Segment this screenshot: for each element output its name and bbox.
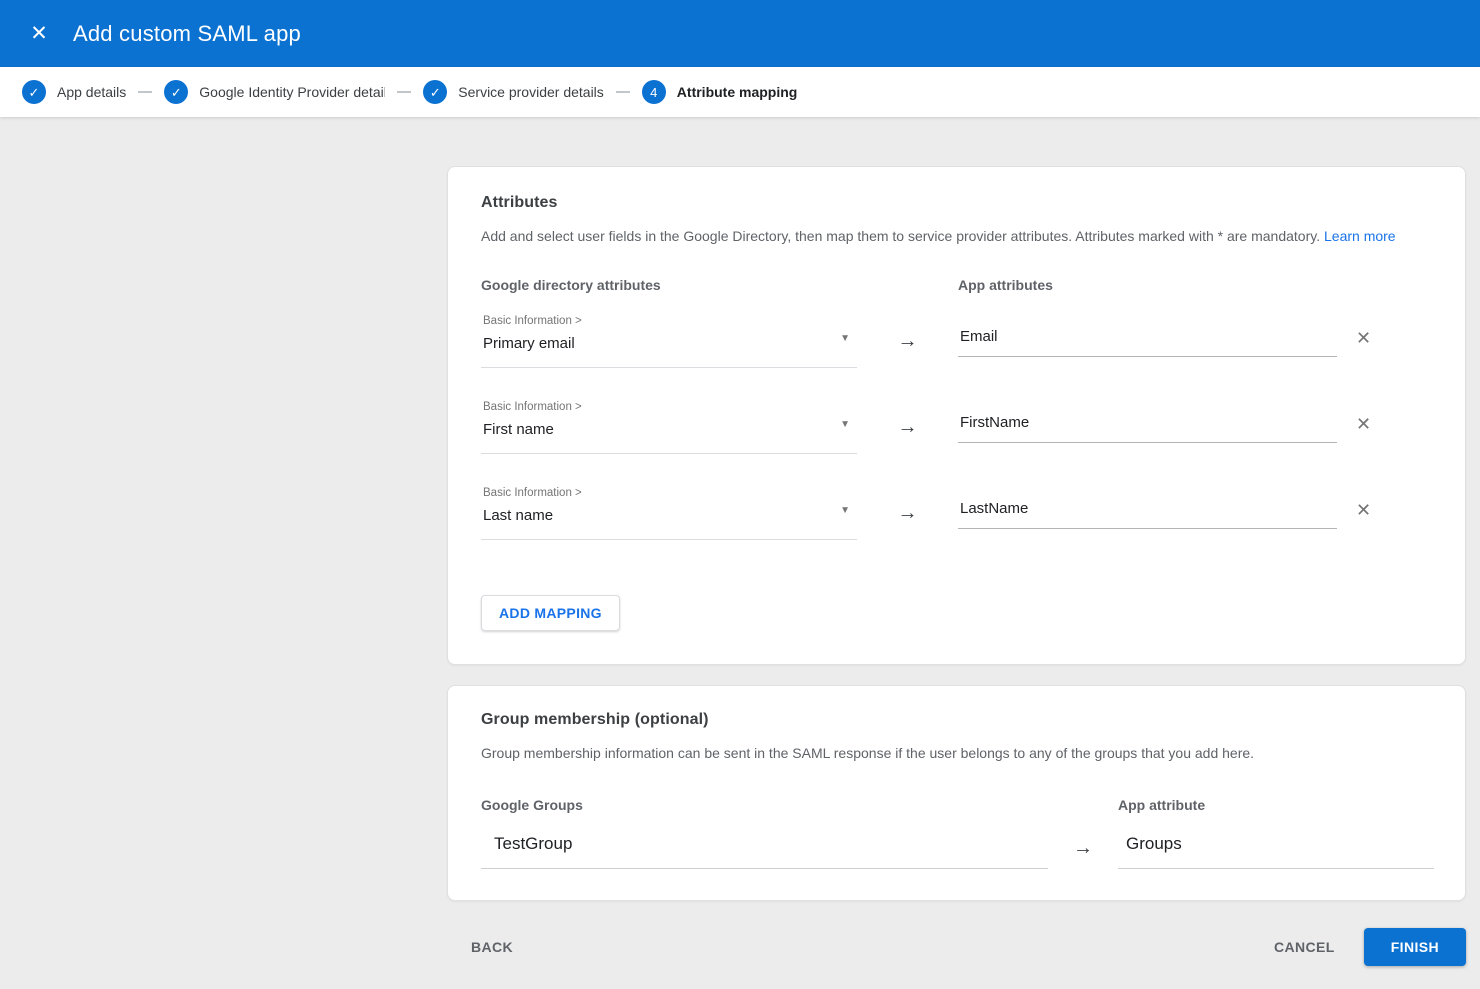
step-app-details[interactable]: ✓ App details: [22, 80, 126, 104]
chevron-down-icon[interactable]: ▼: [840, 333, 850, 344]
step-number-badge: 4: [642, 80, 666, 104]
mapping-arrow-icon: →: [857, 487, 958, 540]
app-bar: ✕ Add custom SAML app: [0, 0, 1480, 67]
attribute-category-label: Basic Information >: [483, 487, 857, 499]
wizard-stepper: ✓ App details ✓ Google Identity Provider…: [0, 67, 1480, 117]
mapping-arrow-icon: →: [857, 315, 958, 368]
finish-button[interactable]: FINISH: [1364, 928, 1466, 966]
step-number: 4: [650, 85, 657, 100]
learn-more-link[interactable]: Learn more: [1324, 228, 1396, 244]
group-card-title: Group membership (optional): [481, 711, 1432, 729]
mapping-row-primary-email: Basic Information > Primary email ▼ → Em…: [481, 315, 1432, 368]
step-service-provider-details[interactable]: ✓ Service provider details: [423, 80, 604, 104]
google-attribute-select[interactable]: Basic Information > First name ▼: [481, 401, 857, 454]
attributes-card-description: Add and select user fields in the Google…: [481, 228, 1432, 244]
remove-mapping-icon[interactable]: ✕: [1356, 329, 1371, 368]
step-google-idp-details[interactable]: ✓ Google Identity Provider details: [164, 80, 385, 104]
mapping-column-headers: Google directory attributes App attribut…: [481, 277, 1432, 293]
app-attribute-input[interactable]: LastName: [958, 500, 1337, 529]
step-attribute-mapping[interactable]: 4 Attribute mapping: [642, 80, 798, 104]
group-card-description: Group membership information can be sent…: [481, 745, 1432, 761]
attribute-category-label: Basic Information >: [483, 401, 857, 413]
step-separator: [616, 91, 630, 93]
app-attribute-input[interactable]: Email: [958, 328, 1337, 357]
group-membership-card: Group membership (optional) Group member…: [447, 685, 1466, 901]
main-content: Attributes Add and select user fields in…: [0, 117, 1480, 966]
remove-mapping-icon[interactable]: ✕: [1356, 501, 1371, 540]
step-label: App details: [57, 84, 126, 100]
google-attribute-value: Last name: [483, 507, 857, 524]
mapping-row-first-name: Basic Information > First name ▼ → First…: [481, 401, 1432, 454]
step-label: Google Identity Provider details: [199, 84, 385, 100]
step-separator: [138, 91, 152, 93]
add-mapping-button[interactable]: ADD MAPPING: [481, 595, 620, 631]
chevron-down-icon[interactable]: ▼: [840, 505, 850, 516]
mapping-row-last-name: Basic Information > Last name ▼ → LastNa…: [481, 487, 1432, 540]
remove-mapping-icon[interactable]: ✕: [1356, 415, 1371, 454]
google-attribute-select[interactable]: Basic Information > Last name ▼: [481, 487, 857, 540]
app-attribute-input[interactable]: FirstName: [958, 414, 1337, 443]
step-complete-icon: ✓: [423, 80, 447, 104]
google-groups-input[interactable]: TestGroup: [481, 834, 1048, 869]
mapping-arrow-icon: →: [1048, 834, 1118, 869]
google-groups-header: Google Groups: [481, 797, 1048, 813]
group-mapping-row: TestGroup → Groups: [481, 834, 1432, 869]
mapping-rows: Basic Information > Primary email ▼ → Em…: [481, 315, 1432, 540]
step-complete-icon: ✓: [164, 80, 188, 104]
attribute-category-label: Basic Information >: [483, 315, 857, 327]
mapping-arrow-icon: →: [857, 401, 958, 454]
group-app-attribute-input[interactable]: Groups: [1118, 834, 1434, 869]
google-directory-attributes-header: Google directory attributes: [481, 277, 857, 293]
app-attributes-header: App attributes: [958, 277, 1337, 293]
cancel-button[interactable]: CANCEL: [1272, 929, 1337, 965]
checkmark-icon: ✓: [29, 86, 40, 99]
step-label: Service provider details: [458, 84, 604, 100]
close-icon[interactable]: ✕: [21, 16, 57, 52]
chevron-down-icon[interactable]: ▼: [840, 419, 850, 430]
attributes-card: Attributes Add and select user fields in…: [447, 166, 1466, 665]
app-attribute-header: App attribute: [1118, 797, 1434, 813]
step-complete-icon: ✓: [22, 80, 46, 104]
google-attribute-value: First name: [483, 421, 857, 438]
google-attribute-select[interactable]: Basic Information > Primary email ▼: [481, 315, 857, 368]
dialog-title: Add custom SAML app: [73, 21, 301, 47]
back-button[interactable]: BACK: [469, 929, 515, 965]
checkmark-icon: ✓: [171, 86, 182, 99]
step-separator: [397, 91, 411, 93]
google-attribute-value: Primary email: [483, 335, 857, 352]
step-label: Attribute mapping: [677, 84, 798, 100]
description-text: Add and select user fields in the Google…: [481, 228, 1320, 244]
attributes-card-title: Attributes: [481, 194, 1432, 212]
checkmark-icon: ✓: [430, 86, 441, 99]
group-column-headers: Google Groups App attribute: [481, 797, 1432, 813]
footer-actions: BACK CANCEL FINISH: [447, 928, 1466, 966]
